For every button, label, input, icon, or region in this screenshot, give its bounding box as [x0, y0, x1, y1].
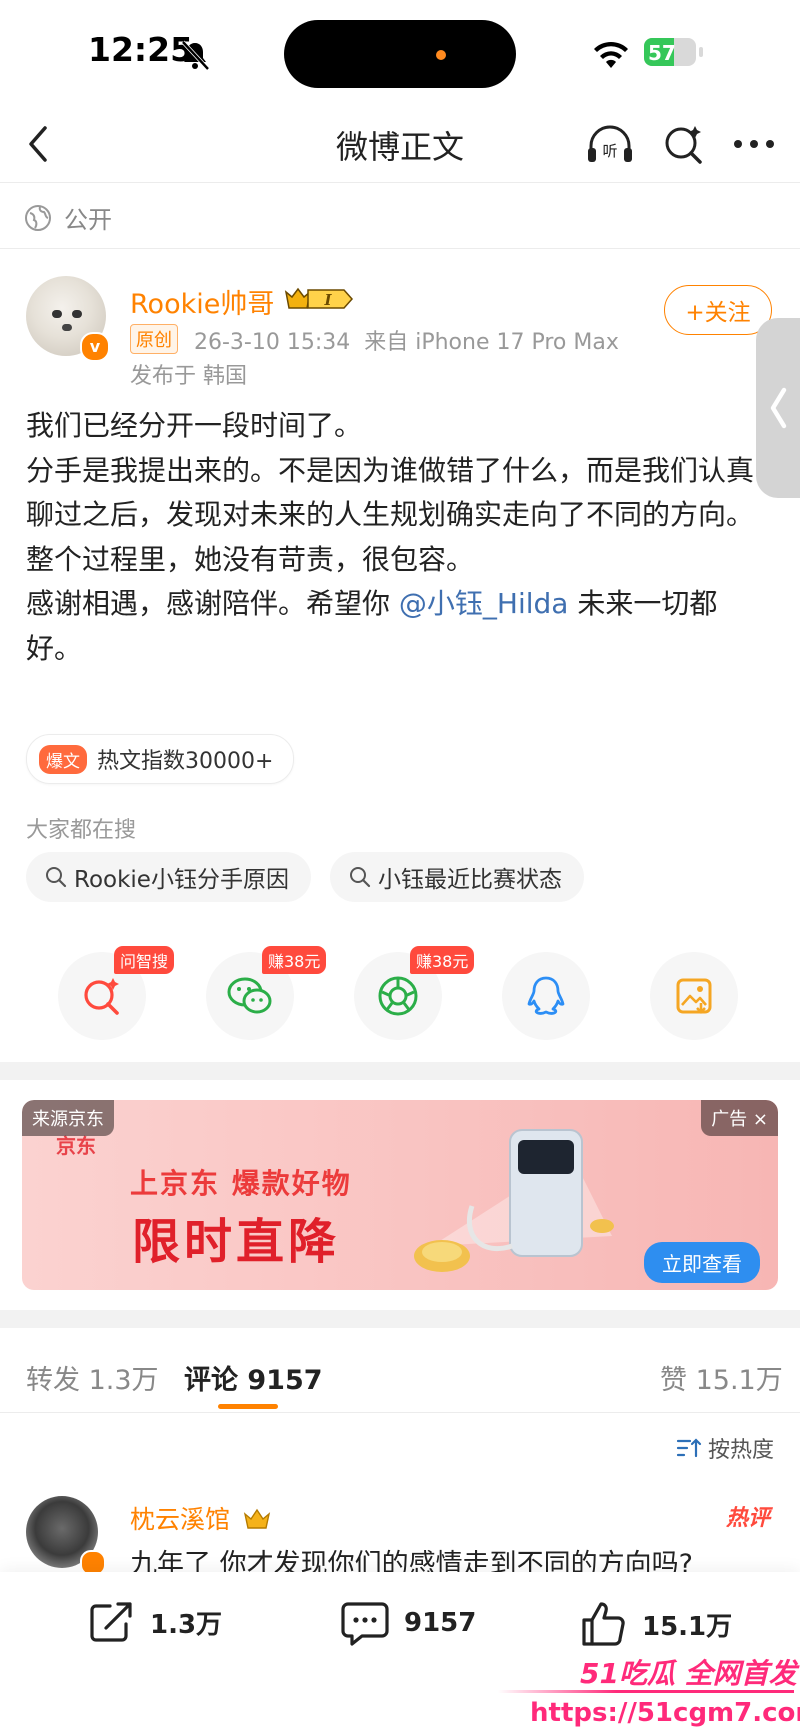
battery-percent: 57: [648, 41, 676, 65]
post-line: 整个过程里，她没有苛责，很包容。: [26, 542, 475, 576]
search-sparkle-icon: [665, 126, 702, 164]
post-body: 我们已经分开一段时间了。 分手是我提出来的。不是因为谁做错了什么，而是我们认真聊…: [26, 404, 766, 671]
tab-reposts[interactable]: 转发 1.3万: [26, 1358, 159, 1397]
moments-icon: [378, 976, 418, 1016]
listen-button[interactable]: 听: [584, 118, 636, 170]
nav-divider: [0, 182, 800, 183]
share-tag: 赚38元: [410, 946, 475, 974]
tab-divider: [0, 1412, 800, 1413]
search-icon: [46, 867, 67, 888]
active-tab-indicator: [218, 1404, 278, 1409]
chevron-left-icon: [770, 387, 787, 429]
crown-badge-icon: [243, 1508, 271, 1529]
ad-cta-button[interactable]: 立即查看: [644, 1242, 760, 1283]
comment-button[interactable]: 9157: [340, 1600, 476, 1646]
trending-search-item[interactable]: 小钰最近比赛状态: [330, 852, 584, 902]
hot-comment-badge: 热评: [726, 1506, 771, 1531]
bell-muted-icon: [181, 40, 210, 71]
more-dots-icon: [734, 140, 774, 148]
trending-search-label: 小钰最近比赛状态: [378, 867, 562, 893]
svg-text:听: 听: [602, 142, 617, 160]
wechat-icon: [227, 977, 272, 1014]
trending-search-item[interactable]: Rookie小钰分手原因: [26, 852, 311, 902]
sort-by-hot-button[interactable]: 按热度: [676, 1432, 774, 1464]
post-line: 分手是我提出来的。不是因为谁做错了什么，而是我们认真聊过之后，发现对未来的人生规…: [26, 453, 755, 532]
repost-button[interactable]: 1.3万: [88, 1600, 222, 1644]
headphones-listen-icon: 听: [588, 125, 632, 162]
ad-headline: 限时直降: [132, 1214, 341, 1270]
tab-likes[interactable]: 赞 15.1万: [660, 1358, 783, 1397]
ad-subtitle: 上京东 爆款好物: [130, 1167, 352, 1200]
vip-crown-badge-icon: I: [284, 287, 354, 309]
share-qq-button[interactable]: [502, 952, 590, 1040]
tab-comments[interactable]: 评论 9157: [184, 1358, 323, 1397]
sort-label: 按热度: [708, 1438, 775, 1463]
commenter-name[interactable]: 枕云溪馆: [130, 1500, 272, 1536]
watermark-url: https://51cgm7.com: [530, 1698, 800, 1728]
ad-close-label[interactable]: 广告 ×: [701, 1100, 778, 1136]
section-separator: [0, 1310, 800, 1328]
share-tag: 赚38元: [262, 946, 327, 974]
power-bank-illustration-icon: [414, 1129, 614, 1272]
search-ai-icon: [84, 978, 119, 1015]
repost-share-icon: [90, 1602, 132, 1642]
commenter-name-label: 枕云溪馆: [130, 1505, 231, 1534]
sort-icon: [676, 1438, 702, 1458]
dynamic-island: [284, 20, 516, 88]
post-line: 我们已经分开一段时间了。: [26, 409, 363, 442]
post-line: 感谢相遇，感谢陪伴。希望你 @小钰_Hilda 未来一切都好。: [26, 582, 766, 671]
comment-count: 9157: [404, 1608, 477, 1638]
more-button[interactable]: [728, 118, 780, 170]
comment-bubble-icon: [341, 1602, 389, 1646]
wifi-icon: [594, 41, 628, 68]
ad-banner[interactable]: 京东 来源京东 广告 × 上京东 爆款好物 限时直降 立即查看: [22, 1100, 778, 1290]
save-image-icon: [676, 978, 712, 1014]
share-tag: 问智搜: [114, 946, 175, 974]
search-icon: [350, 867, 371, 888]
repost-count: 1.3万: [150, 1609, 223, 1640]
hot-index-pill[interactable]: 爆文 热文指数30000+: [26, 734, 295, 784]
share-save-image-button[interactable]: [650, 952, 738, 1040]
verified-badge-icon: v: [80, 332, 110, 362]
original-tag: 原创: [130, 324, 178, 354]
hot-article-badge: 爆文: [39, 744, 87, 774]
svg-text:I: I: [323, 291, 332, 309]
follow-button[interactable]: +关注: [664, 285, 772, 335]
visibility-row: 公开: [24, 200, 112, 235]
privacy-indicator: [436, 50, 446, 60]
globe-icon: [25, 204, 51, 231]
ai-search-button[interactable]: [658, 118, 710, 170]
user-mention-link[interactable]: @小钰_Hilda: [399, 587, 569, 620]
battery-indicator: 57: [644, 36, 706, 70]
like-button[interactable]: 15.1万: [580, 1600, 732, 1648]
trending-search-title: 大家都在搜: [26, 818, 137, 843]
post-meta: 26-3-10 15:34 来自 iPhone 17 Pro Max: [194, 330, 619, 355]
author-name[interactable]: Rookie帅哥: [130, 282, 274, 321]
qq-icon: [527, 976, 565, 1015]
watermark-brand: 51吃瓜 全网首发: [580, 1657, 797, 1690]
visibility-divider: [0, 248, 800, 249]
post-location: 发布于 韩国: [130, 364, 247, 389]
hot-index-text: 热文指数30000+: [97, 749, 274, 774]
section-separator: [0, 1062, 800, 1080]
thumbs-up-icon: [582, 1602, 625, 1646]
ad-source-label: 来源京东: [22, 1100, 114, 1136]
watermark-line: [498, 1690, 794, 1693]
trending-search-label: Rookie小钰分手原因: [74, 867, 289, 893]
visibility-label: 公开: [64, 206, 112, 234]
like-count: 15.1万: [642, 1611, 733, 1642]
post-text: 感谢相遇，感谢陪伴。希望你: [26, 587, 399, 620]
